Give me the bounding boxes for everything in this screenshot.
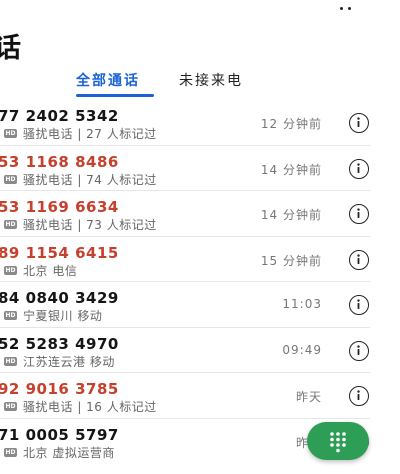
call-detail: HD 骚扰电话 | 73 人标记过 xyxy=(4,216,157,233)
call-log-list: 77 2402 5342 HD 骚扰电话 | 27 人标记过 12 分钟前 53 116… xyxy=(0,100,400,464)
call-detail: HD 骚扰电话 | 74 人标记过 xyxy=(4,171,157,188)
call-detail: HD 宁夏银川 移动 xyxy=(4,307,102,324)
call-time: 09:49 xyxy=(282,342,322,357)
page-title: 话 xyxy=(0,33,22,64)
call-detail: HD 北京 电信 xyxy=(4,262,77,279)
call-detail: HD 北京 虚拟运营商 xyxy=(4,444,115,461)
call-location-label: 北京 虚拟运营商 xyxy=(23,445,115,460)
call-time: 12 分钟前 xyxy=(260,117,322,131)
dialpad-button[interactable] xyxy=(307,422,369,460)
dialpad-icon xyxy=(330,432,346,453)
call-log-row[interactable]: 84 0840 3429 HD 宁夏银川 移动 11:03 xyxy=(0,282,400,328)
call-log-row[interactable]: 53 1169 6634 HD 骚扰电话 | 73 人标记过 14 分钟前 xyxy=(0,191,400,237)
active-tab-indicator xyxy=(76,94,154,97)
hd-call-icon: HD xyxy=(4,174,17,184)
phone-number: 53 1169 6634 xyxy=(0,198,119,216)
call-detail: HD 骚扰电话 | 16 人标记过 xyxy=(4,398,157,415)
info-icon[interactable] xyxy=(349,249,369,270)
call-log-row[interactable]: 89 1154 6415 HD 北京 电信 15 分钟前 xyxy=(0,237,400,283)
call-location-label: 骚扰电话 | 27 人标记过 xyxy=(23,127,157,141)
call-location-label: 骚扰电话 | 16 人标记过 xyxy=(23,400,157,414)
phone-number: 77 2402 5342 xyxy=(0,107,119,125)
info-icon[interactable] xyxy=(349,158,369,179)
hd-call-icon: HD xyxy=(4,311,17,320)
info-icon[interactable] xyxy=(349,295,369,315)
more-options-icon[interactable] xyxy=(340,0,360,10)
call-location-label: 骚扰电话 | 74 人标记过 xyxy=(23,172,157,187)
phone-number: 89 1154 6415 xyxy=(0,243,119,262)
call-location-label: 骚扰电话 | 73 人标记过 xyxy=(23,218,157,232)
hd-call-icon: HD xyxy=(4,447,17,457)
call-time: 14 分钟前 xyxy=(260,208,322,222)
hd-call-icon: HD xyxy=(4,402,17,411)
tab-all-calls[interactable]: 全部通话 xyxy=(76,70,140,90)
call-location-label: 江苏连云港 移动 xyxy=(23,354,115,369)
hd-call-icon: HD xyxy=(4,356,17,366)
hd-call-icon: HD xyxy=(4,220,17,229)
phone-number: 92 9016 3785 xyxy=(0,380,119,398)
call-log-row[interactable]: 53 1168 8486 HD 骚扰电话 | 74 人标记过 14 分钟前 xyxy=(0,146,400,192)
info-icon[interactable] xyxy=(349,204,369,224)
info-icon[interactable] xyxy=(349,340,369,361)
call-time: 15 分钟前 xyxy=(260,253,322,268)
call-time: 昨天 xyxy=(295,390,322,404)
call-log-row[interactable]: 92 9016 3785 HD 骚扰电话 | 16 人标记过 昨天 xyxy=(0,373,400,419)
call-time: 14 分钟前 xyxy=(260,162,322,177)
call-log-row[interactable]: 77 2402 5342 HD 骚扰电话 | 27 人标记过 12 分钟前 xyxy=(0,100,400,146)
call-time: 11:03 xyxy=(282,297,322,311)
call-log-row[interactable]: 52 5283 4970 HD 江苏连云港 移动 09:49 xyxy=(0,328,400,374)
call-location-label: 北京 电信 xyxy=(23,263,78,278)
tab-missed-calls[interactable]: 未接来电 xyxy=(179,70,243,90)
tab-bar: 全部通话 未接来电 xyxy=(0,70,400,98)
info-icon[interactable] xyxy=(349,113,369,133)
phone-number: 53 1168 8486 xyxy=(0,152,119,171)
call-location-label: 宁夏银川 移动 xyxy=(23,309,103,323)
top-bar xyxy=(0,0,400,18)
info-icon[interactable] xyxy=(349,386,369,406)
phone-number: 71 0005 5797 xyxy=(0,425,119,444)
phone-number: 84 0840 3429 xyxy=(0,289,119,307)
call-detail: HD 骚扰电话 | 27 人标记过 xyxy=(4,125,157,142)
phone-number: 52 5283 4970 xyxy=(0,334,119,353)
hd-call-icon: HD xyxy=(4,129,17,138)
call-detail: HD 江苏连云港 移动 xyxy=(4,353,115,370)
hd-call-icon: HD xyxy=(4,265,17,275)
